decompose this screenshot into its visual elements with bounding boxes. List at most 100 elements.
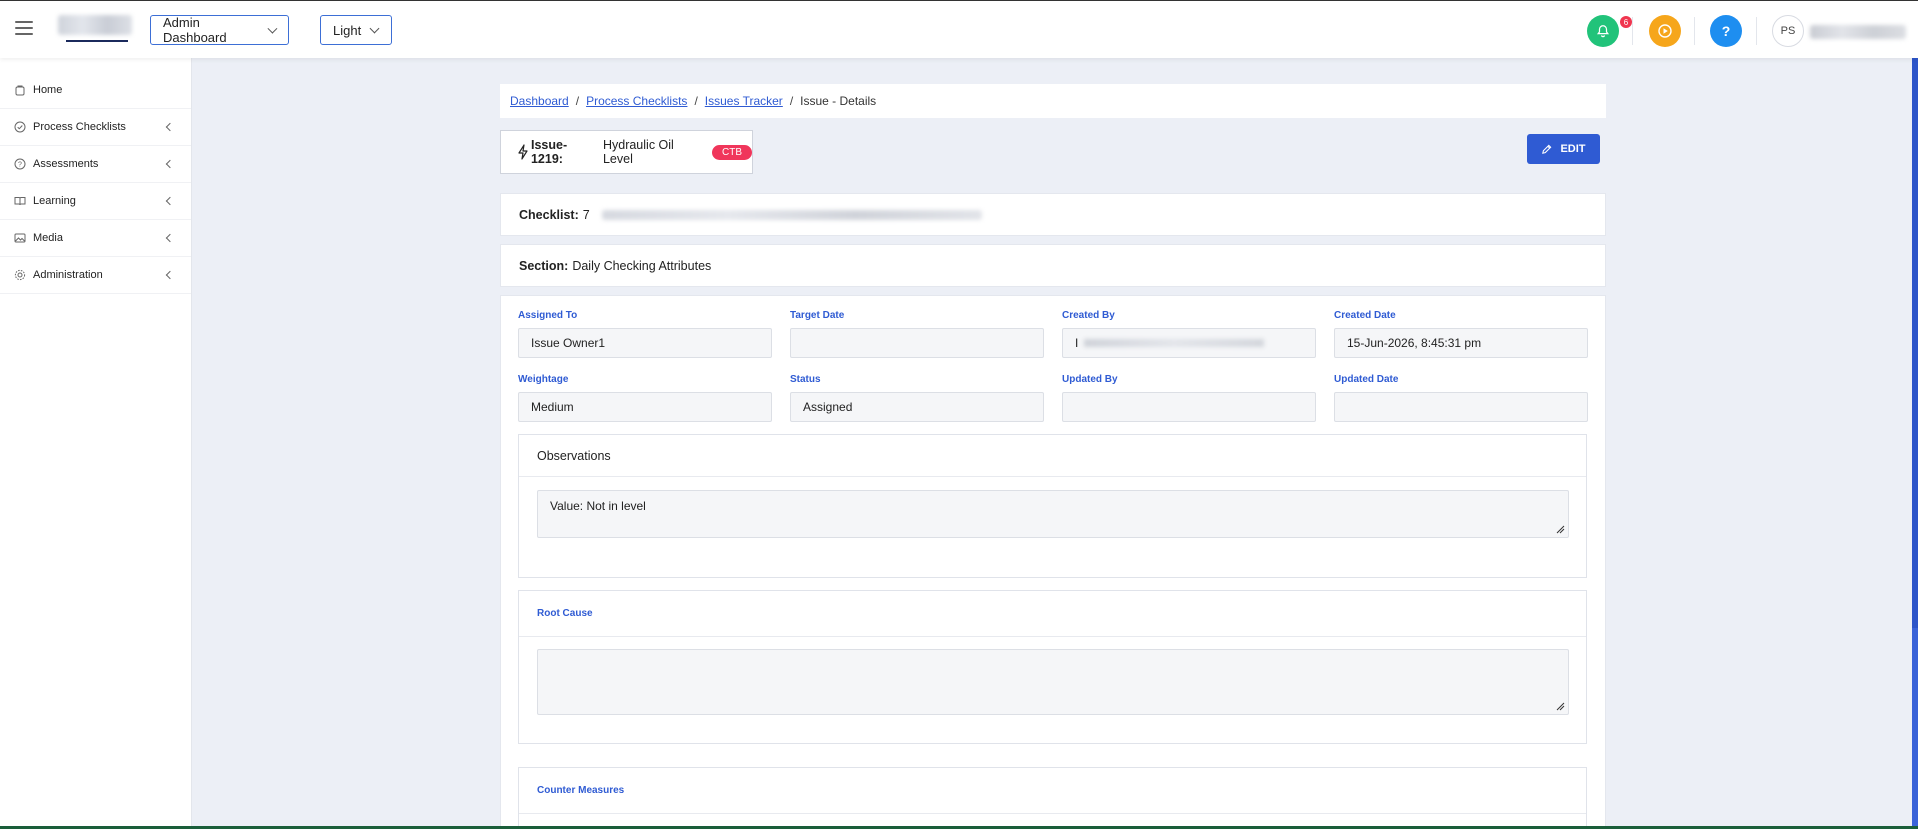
sidebar-item-administration[interactable]: Administration xyxy=(0,257,191,294)
section-label: Section: xyxy=(519,258,569,273)
issue-number: Issue-1219: xyxy=(530,138,568,166)
issue-title-card: Issue-1219: Hydraulic Oil Level CTB xyxy=(500,130,753,174)
question-circle-icon: ? xyxy=(14,158,26,170)
theme-select[interactable]: Light xyxy=(320,15,392,45)
created-by-redacted xyxy=(1084,339,1265,347)
chevron-down-icon xyxy=(267,23,278,33)
divider xyxy=(1694,17,1695,45)
theme-select-value: Light xyxy=(333,22,362,38)
svg-text:?: ? xyxy=(18,162,22,169)
help-button[interactable]: ? xyxy=(1710,15,1742,47)
sidebar-item-learning[interactable]: Learning xyxy=(0,183,191,220)
help-icon: ? xyxy=(1721,23,1731,39)
breadcrumb-separator: / xyxy=(789,94,794,108)
chevron-left-icon xyxy=(165,233,175,243)
sidebar-item-label: Administration xyxy=(33,269,103,281)
resize-handle-icon[interactable] xyxy=(1556,525,1565,534)
home-icon xyxy=(14,84,26,96)
target-date-field[interactable] xyxy=(790,328,1044,358)
breadcrumb-link-dashboard[interactable]: Dashboard xyxy=(510,94,569,108)
breadcrumb-separator: / xyxy=(575,94,580,108)
updated-date-label: Updated Date xyxy=(1334,374,1399,385)
status-field[interactable]: Assigned xyxy=(790,392,1044,422)
observations-panel: Observations Value: Not in level xyxy=(518,434,1587,578)
check-circle-icon xyxy=(14,121,26,133)
image-icon xyxy=(14,232,26,244)
resize-handle-icon[interactable] xyxy=(1556,702,1565,711)
section-card: Section: Daily Checking Attributes xyxy=(500,244,1606,287)
assigned-to-label: Assigned To xyxy=(518,310,578,321)
edit-button-label: EDIT xyxy=(1560,143,1586,155)
chevron-left-icon xyxy=(165,196,175,206)
sidebar-item-label: Assessments xyxy=(33,158,99,170)
user-name-redacted[interactable] xyxy=(1810,25,1906,39)
avatar-initials: PS xyxy=(1780,25,1796,37)
avatar[interactable]: PS xyxy=(1772,15,1804,47)
weightage-label: Weightage xyxy=(518,374,569,385)
target-date-label: Target Date xyxy=(790,310,845,321)
divider xyxy=(1756,17,1757,45)
issue-title: Hydraulic Oil Level xyxy=(602,138,674,166)
counter-measures-title: Counter Measures xyxy=(519,768,1586,814)
chevron-down-icon xyxy=(369,23,380,33)
observations-textarea[interactable]: Value: Not in level xyxy=(537,490,1569,538)
sidebar-item-process-checklists[interactable]: Process Checklists xyxy=(0,109,191,146)
gear-icon xyxy=(14,269,26,281)
observations-value: Value: Not in level xyxy=(550,499,646,513)
breadcrumb: Dashboard / Process Checklists / Issues … xyxy=(500,84,1606,118)
sidebar-item-label: Process Checklists xyxy=(33,121,126,133)
dashboard-select[interactable]: Admin Dashboard xyxy=(150,15,289,45)
updated-date-field[interactable] xyxy=(1334,392,1588,422)
play-circle-icon xyxy=(1658,24,1672,38)
created-by-label: Created By xyxy=(1062,310,1115,321)
assigned-to-field[interactable]: Issue Owner1 xyxy=(518,328,772,358)
section-value: Daily Checking Attributes xyxy=(572,258,712,273)
checklist-name-redacted xyxy=(601,209,982,220)
created-date-field[interactable]: 15-Jun-2026, 8:45:31 pm xyxy=(1334,328,1588,358)
root-cause-title: Root Cause xyxy=(519,591,1586,637)
scrollbar-thumb[interactable] xyxy=(1912,58,1918,628)
notifications-button[interactable] xyxy=(1587,15,1619,47)
chevron-left-icon xyxy=(165,122,175,132)
counter-measures-panel: Counter Measures xyxy=(518,767,1587,829)
root-cause-panel: Root Cause xyxy=(518,590,1587,744)
top-bar: Admin Dashboard Light 6 ? PS xyxy=(0,0,1918,58)
checklist-value: 7 xyxy=(582,207,590,222)
sidebar: Home Process Checklists ? Assessments Le… xyxy=(0,58,192,829)
notification-badge: 6 xyxy=(1620,16,1632,28)
breadcrumb-current: Issue - Details xyxy=(800,94,877,108)
sidebar-item-home[interactable]: Home xyxy=(0,72,191,109)
breadcrumb-link-issues-tracker[interactable]: Issues Tracker xyxy=(705,94,783,108)
edit-button[interactable]: EDIT xyxy=(1527,134,1600,164)
breadcrumb-link-process-checklists[interactable]: Process Checklists xyxy=(586,94,687,108)
bell-icon xyxy=(1596,25,1610,38)
sidebar-item-media[interactable]: Media xyxy=(0,220,191,257)
logo[interactable] xyxy=(58,15,132,43)
updated-by-field[interactable] xyxy=(1062,392,1316,422)
chevron-left-icon xyxy=(165,270,175,280)
lightning-icon xyxy=(518,144,528,160)
sidebar-item-label: Media xyxy=(33,232,63,244)
dashboard-select-value: Admin Dashboard xyxy=(163,15,227,45)
weightage-field[interactable]: Medium xyxy=(518,392,772,422)
checklist-label: Checklist: xyxy=(519,207,579,222)
created-date-label: Created Date xyxy=(1334,310,1396,321)
observations-title: Observations xyxy=(519,435,1586,477)
created-by-field[interactable]: I xyxy=(1062,328,1316,358)
checklist-card: Checklist: 7 xyxy=(500,193,1606,236)
created-by-value: I xyxy=(1075,336,1079,350)
divider xyxy=(1632,17,1633,45)
play-button[interactable] xyxy=(1649,15,1681,47)
updated-by-label: Updated By xyxy=(1062,374,1118,385)
chevron-left-icon xyxy=(165,159,175,169)
menu-icon[interactable] xyxy=(15,21,33,37)
sidebar-item-label: Home xyxy=(33,84,63,96)
sidebar-item-assessments[interactable]: ? Assessments xyxy=(0,146,191,183)
pencil-icon xyxy=(1542,144,1552,154)
breadcrumb-separator: / xyxy=(694,94,698,108)
book-icon xyxy=(14,195,26,207)
sidebar-item-label: Learning xyxy=(33,195,76,207)
root-cause-textarea[interactable] xyxy=(537,649,1569,715)
issue-tag-badge: CTB xyxy=(712,144,752,160)
status-label: Status xyxy=(790,374,821,385)
